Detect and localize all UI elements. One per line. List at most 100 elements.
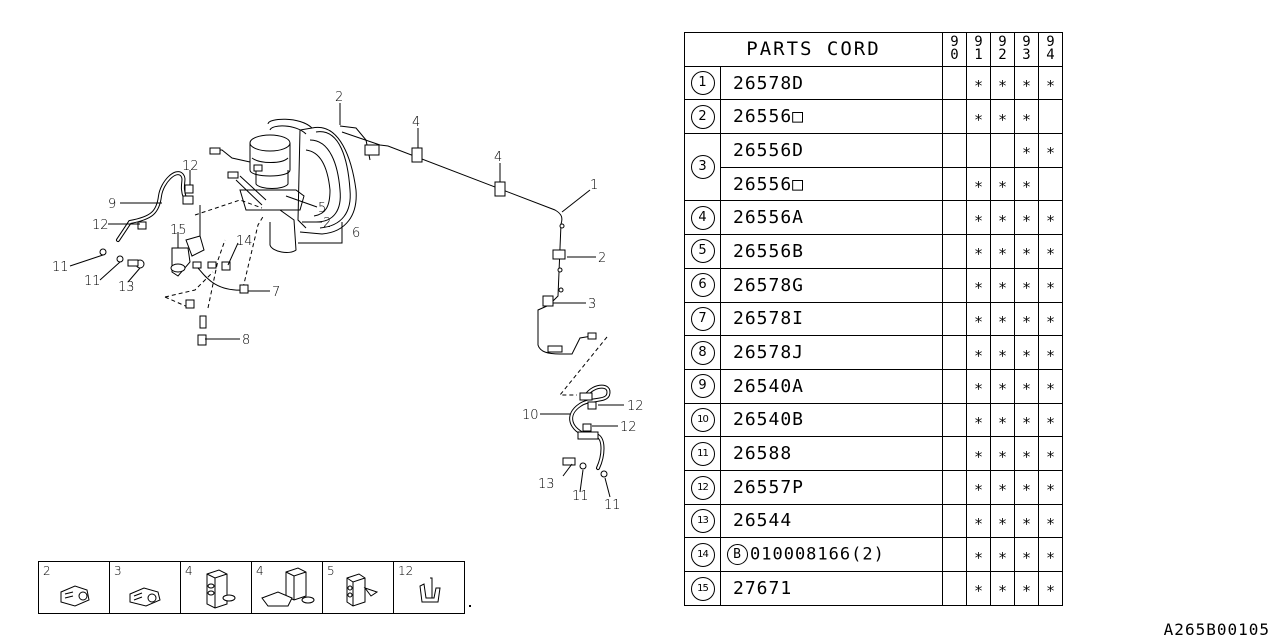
callout-11: 11	[604, 498, 621, 513]
callout-11: 11	[52, 260, 69, 275]
parts-row: 14 B 010008166(2) ∗ ∗ ∗ ∗	[684, 537, 1063, 572]
ref-number: 4	[684, 200, 721, 236]
parts-row: 9 26540A ∗ ∗ ∗ ∗	[684, 368, 1063, 404]
clip-4b-icon	[261, 567, 315, 607]
year-applicability-cell: ∗	[1038, 335, 1063, 370]
year-applicability-cell	[942, 402, 967, 438]
brake-hose-10	[558, 336, 611, 478]
year-applicability-cell: ∗	[990, 99, 1015, 135]
year-applicability-cell: ∗	[1038, 200, 1063, 236]
callout-15: 15	[170, 223, 187, 238]
year-applicability-cell: ∗	[966, 402, 991, 438]
parts-row: 3 26556D ∗ ∗	[684, 133, 1063, 202]
year-applicability-cell: ∗	[990, 469, 1015, 505]
year-digit: 4	[1046, 47, 1055, 64]
callout-7: 7	[272, 285, 280, 300]
ref-number-circle: 5	[690, 239, 715, 264]
part-code: 26588	[720, 436, 943, 471]
ref-number: 5	[684, 234, 721, 269]
year-applicability-cell: ∗	[990, 571, 1015, 606]
parts-row: 8 26578J ∗ ∗ ∗ ∗	[684, 335, 1063, 370]
callout-1: 1	[590, 178, 598, 193]
callout-9: 9	[108, 197, 116, 212]
year-applicability-cell	[942, 99, 967, 135]
ref-number: 9	[684, 368, 721, 404]
parts-row: 11 26588 ∗ ∗ ∗ ∗	[684, 436, 1063, 471]
part-code-text: 26556□	[733, 173, 805, 195]
callout-12: 12	[182, 159, 199, 174]
clip-2-icon	[60, 585, 90, 607]
ref-number-circle: 14	[690, 543, 715, 568]
year-applicability-cell: ∗	[966, 301, 991, 337]
year-applicability-cell	[942, 301, 967, 337]
ref-number-circle: 6	[690, 273, 715, 298]
part-code-text: 27671	[733, 577, 793, 599]
part-code: 26557P	[720, 469, 943, 505]
year-applicability-cell	[942, 234, 967, 269]
year-applicability-cell: ∗	[1014, 200, 1039, 236]
year-applicability-cell: ∗	[990, 65, 1015, 101]
year-applicability-cell: ∗	[990, 335, 1015, 370]
callout-2: 2	[598, 251, 606, 266]
callout-12: 12	[627, 399, 644, 414]
year-applicability-cell: ∗	[990, 402, 1015, 438]
year-applicability-cell: ∗	[966, 200, 991, 236]
year-digit: 3	[1022, 47, 1031, 64]
callout-2: 2	[323, 216, 331, 231]
clip-cell: 4	[251, 561, 323, 614]
year-applicability-cell: ∗	[966, 65, 991, 101]
ref-number-circle: 11	[690, 442, 715, 467]
part-code: 26544	[720, 503, 943, 539]
part-code: 26556B	[720, 234, 943, 269]
year-applicability-cell: ∗	[1014, 301, 1039, 337]
year-applicability-cell: ∗	[966, 436, 991, 471]
ref-number-circle: 13	[690, 509, 715, 534]
parts-table-body: 1 26578D ∗ ∗ ∗ ∗ 2 26556□ ∗ ∗ ∗ 3 26556D ∗ ∗ 26556□ ∗ ∗ ∗ 4…	[684, 65, 1063, 606]
clip-cell: 3	[109, 561, 181, 614]
parts-row: 1 26578D ∗ ∗ ∗ ∗	[684, 65, 1063, 101]
year-column-header: 91	[966, 32, 991, 67]
parts-row: 26556□ ∗ ∗ ∗	[685, 166, 1063, 202]
ref-number-circle: 12	[690, 475, 715, 500]
leader-lines	[69, 103, 624, 498]
part-code: 26540A	[720, 368, 943, 404]
callout-13: 13	[118, 280, 135, 295]
brake-pipe-1	[341, 131, 597, 355]
year-applicability-cell	[942, 65, 967, 101]
part-code: 26578I	[720, 301, 943, 337]
year-applicability-cell: ∗	[1014, 234, 1039, 269]
clip-cell: 12	[393, 561, 465, 614]
year-column-header: 92	[990, 32, 1015, 67]
year-applicability-cell: ∗	[1038, 234, 1063, 269]
callout-8: 8	[242, 333, 250, 348]
year-applicability-cell	[942, 537, 967, 572]
parts-row: 5 26556B ∗ ∗ ∗ ∗	[684, 234, 1063, 269]
part-code-text: 26540B	[733, 409, 805, 431]
year-applicability-cell: ∗	[1014, 469, 1039, 505]
ref-number: 3	[684, 133, 721, 202]
callout-6: 6	[352, 226, 360, 241]
year-column-header: 90	[942, 32, 967, 67]
year-applicability-cell: ∗	[1014, 267, 1039, 303]
clip-cell: 2	[38, 561, 110, 614]
clip-detail-strip: 2 3 4 4 5 12	[38, 561, 465, 614]
year-applicability-cell	[942, 436, 967, 471]
year-applicability-cell: ∗	[1038, 402, 1063, 438]
year-applicability-cell: ∗	[1038, 65, 1063, 101]
parts-row: 10 26540B ∗ ∗ ∗ ∗	[684, 402, 1063, 438]
ref-number-circle: 1	[690, 71, 715, 96]
part-code: 26578G	[720, 267, 943, 303]
callout-labels: 2 4 4 1 2 3 2 6 5 14 7 8 9 12 12 11 11 1…	[52, 90, 644, 513]
year-applicability-cell: ∗	[1014, 65, 1039, 101]
year-applicability-cell: ∗	[990, 436, 1015, 471]
year-applicability-cell: ∗	[1038, 503, 1063, 539]
drawing-code: A265B00105	[1163, 620, 1270, 639]
year-applicability-cell: ∗	[966, 571, 991, 606]
clip-12-icon	[419, 577, 441, 603]
ref-number-circle: 4	[690, 205, 715, 230]
stray-dot	[469, 605, 471, 607]
parts-row: 4 26556A ∗ ∗ ∗ ∗	[684, 200, 1063, 236]
ref-number-circle: 9	[690, 374, 715, 399]
clip-cell: 5	[322, 561, 394, 614]
year-applicability-cell: ∗	[1014, 537, 1039, 572]
